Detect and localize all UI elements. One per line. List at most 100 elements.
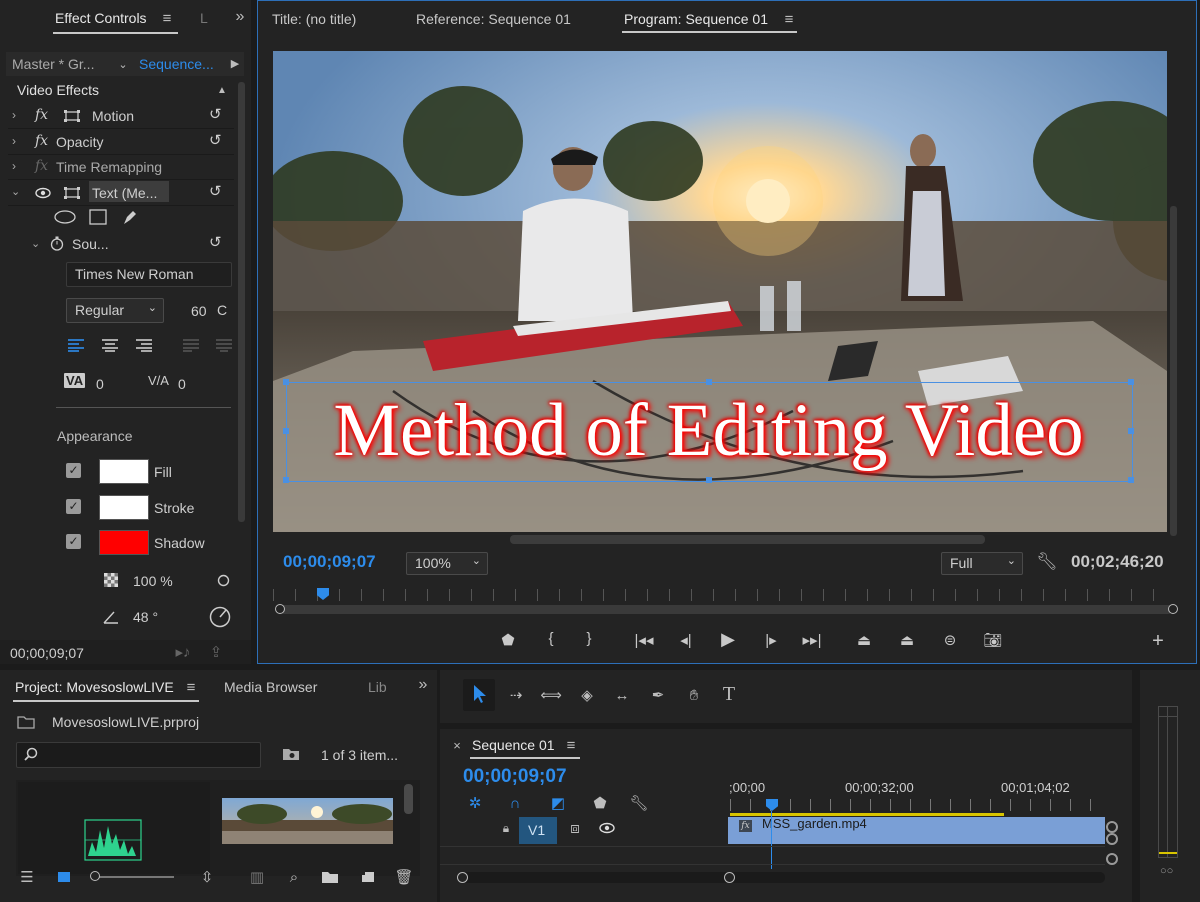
sequence-thumbnail[interactable] <box>18 782 210 874</box>
tab-menu-icon[interactable]: ≡ <box>782 11 796 28</box>
add-marker-icon[interactable]: ⬟ <box>591 794 609 812</box>
pen-tool-icon[interactable]: ✒︎ <box>646 684 670 706</box>
track-scroll-handle[interactable] <box>1106 821 1118 833</box>
collapse-icon[interactable]: ⌄ <box>11 185 20 198</box>
vr-video-button[interactable]: ⊜ <box>938 631 962 649</box>
out-point-handle[interactable] <box>1168 604 1178 614</box>
zoom-slider-track[interactable] <box>96 876 174 878</box>
reset-icon[interactable]: ↺ <box>209 131 222 149</box>
in-point-handle[interactable] <box>275 604 285 614</box>
bounding-box-handle[interactable] <box>283 379 289 385</box>
go-to-out-button[interactable]: ▸▸| <box>800 631 824 649</box>
stroke-checkbox[interactable]: ✓ <box>66 499 81 514</box>
panel-overflow-icon[interactable]: » <box>230 8 250 26</box>
expand-icon[interactable]: › <box>12 108 16 122</box>
tab-menu-icon[interactable]: ≡ <box>184 679 198 696</box>
tab-media-browser[interactable]: Media Browser <box>224 679 317 695</box>
fill-checkbox[interactable]: ✓ <box>66 463 81 478</box>
shadow-color-swatch[interactable] <box>99 530 149 555</box>
extract-button[interactable]: ⏏ <box>895 631 919 649</box>
align-left-icon[interactable] <box>66 337 86 353</box>
timeline-timecode[interactable]: 00;00;09;07 <box>463 766 567 788</box>
solo-buttons-icon[interactable]: ○○ <box>1160 865 1173 877</box>
tab-libraries[interactable]: Lib <box>368 679 387 695</box>
tab-reference[interactable]: Reference: Sequence 01 <box>416 11 571 27</box>
razor-tool-icon[interactable]: ◈ <box>575 684 599 706</box>
selection-tool-arrow-icon[interactable] <box>469 682 491 706</box>
monitor-h-scrollbar[interactable] <box>510 535 985 544</box>
find-icon[interactable]: ⌕ <box>285 868 303 886</box>
tab-menu-icon[interactable]: ≡ <box>160 10 174 27</box>
collapse-up-icon[interactable]: ▲ <box>215 83 229 97</box>
clip-thumbnail[interactable] <box>222 798 393 844</box>
fill-color-swatch[interactable] <box>99 459 149 484</box>
bounding-box-handle[interactable] <box>283 477 289 483</box>
monitor-v-scrollbar[interactable] <box>1170 206 1177 536</box>
bounding-box-handle[interactable] <box>706 477 712 483</box>
mini-timeline-track[interactable] <box>280 605 1172 614</box>
add-marker-button[interactable]: ⬟ <box>498 631 518 649</box>
ellipse-mask-icon[interactable] <box>54 209 76 225</box>
timeline-zoom-bar[interactable] <box>460 872 1105 883</box>
font-family-select[interactable]: Times New Roman <box>66 262 232 287</box>
tracking-value[interactable]: 0 <box>178 376 186 392</box>
tab-title[interactable]: Title: (no title) <box>272 11 356 27</box>
project-scrollbar[interactable] <box>404 784 413 814</box>
icon-view-icon[interactable] <box>54 868 74 886</box>
sync-lock-icon[interactable]: ⧈ <box>566 820 584 837</box>
automate-to-sequence-icon[interactable]: ▥ <box>247 868 267 886</box>
wrench-icon[interactable]: 🔧︎ <box>1036 552 1058 572</box>
export-icon[interactable]: ⇪ <box>206 643 226 661</box>
expand-icon[interactable]: › <box>12 134 16 148</box>
sort-icon[interactable]: ⇳ <box>198 868 216 886</box>
nest-sequence-icon[interactable]: ✲ <box>466 794 484 812</box>
shadow-opacity-value[interactable]: 100 % <box>133 573 173 589</box>
bounding-box-handle[interactable] <box>283 428 289 434</box>
sequence-clip-label[interactable]: Sequence... <box>139 56 214 72</box>
play-button[interactable]: ▶ <box>716 629 740 650</box>
slip-tool-icon[interactable]: ↔ <box>610 684 634 706</box>
bounding-box-handle[interactable] <box>1128 428 1134 434</box>
reset-icon[interactable]: ↺ <box>209 233 222 251</box>
mark-in-button[interactable]: { <box>541 630 561 647</box>
track-select-tool-icon[interactable]: ⇢ <box>504 684 528 706</box>
eye-icon[interactable] <box>597 820 617 836</box>
title-text[interactable]: Method of Editing Video <box>286 384 1131 478</box>
list-view-icon[interactable]: ☰ <box>16 868 38 886</box>
pen-mask-icon[interactable] <box>120 207 140 227</box>
new-item-icon[interactable] <box>358 868 378 886</box>
linked-selection-icon[interactable]: ◩ <box>548 794 568 812</box>
reset-icon[interactable]: ↺ <box>209 105 222 123</box>
new-bin-folder-icon[interactable] <box>320 868 340 886</box>
align-right-icon[interactable] <box>134 337 154 353</box>
ripple-edit-tool-icon[interactable]: ⟺ <box>539 684 563 706</box>
close-icon[interactable]: × <box>450 737 464 753</box>
track-scroll-handle[interactable] <box>1106 853 1118 865</box>
font-style-select[interactable]: Regular ⌄ <box>66 298 164 323</box>
font-size-value[interactable]: 60 <box>191 303 207 319</box>
play-triangle-icon[interactable]: ▶ <box>229 55 241 71</box>
tab-effect-controls[interactable]: Effect Controls <box>55 10 147 26</box>
zoom-select[interactable]: 100% ⌄ <box>406 552 488 575</box>
rectangle-mask-icon[interactable] <box>88 208 108 226</box>
go-to-in-button[interactable]: |◂◂ <box>632 631 656 649</box>
hand-tool-icon[interactable]: ✋︎ <box>682 684 706 706</box>
fx-icon[interactable]: fx <box>35 107 48 123</box>
timeline-zoom-handle-right[interactable] <box>724 872 735 883</box>
mini-timeline-ruler[interactable] <box>273 589 1173 601</box>
mark-out-button[interactable]: } <box>579 630 599 647</box>
tab-sequence[interactable]: Sequence 01 <box>472 737 555 753</box>
trash-icon[interactable]: 🗑︎ <box>394 868 414 886</box>
fx-icon[interactable]: fx <box>35 133 48 149</box>
panel-overflow-icon[interactable]: » <box>413 676 433 694</box>
kerning-value[interactable]: 0 <box>96 376 104 392</box>
tab-menu-icon[interactable]: ≡ <box>564 737 578 754</box>
stopwatch-icon[interactable] <box>49 235 65 251</box>
current-timecode[interactable]: 00;00;09;07 <box>283 552 376 572</box>
timeline-wrench-icon[interactable]: 🔧︎ <box>629 794 648 812</box>
stroke-color-swatch[interactable] <box>99 495 149 520</box>
shadow-angle-value[interactable]: 48 ° <box>133 609 158 625</box>
eye-icon[interactable] <box>34 185 52 201</box>
timeline-ruler-ticks[interactable] <box>730 799 1105 811</box>
lock-icon[interactable]: 🔒︎ <box>499 820 513 836</box>
